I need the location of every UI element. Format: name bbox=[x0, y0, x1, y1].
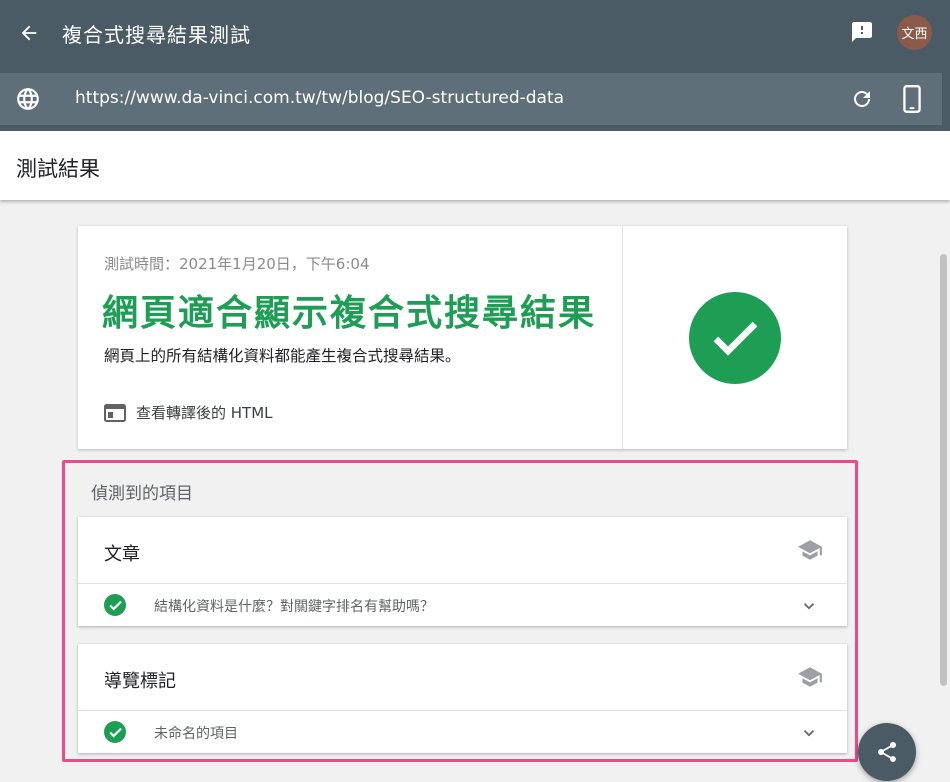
graduation-cap-icon[interactable] bbox=[797, 539, 823, 561]
refresh-icon bbox=[854, 91, 870, 107]
feedback-icon bbox=[852, 22, 872, 42]
device-toggle-button[interactable] bbox=[898, 83, 926, 115]
detected-item-header[interactable]: 導覽標記 bbox=[78, 644, 847, 711]
url-bar[interactable]: https://www.da-vinci.com.tw/tw/blog/SEO-… bbox=[0, 73, 942, 125]
detected-item-title: 導覽標記 bbox=[104, 671, 176, 692]
view-rendered-html-button[interactable]: 查看轉譯後的 HTML bbox=[104, 402, 273, 423]
graduation-cap-icon[interactable] bbox=[797, 666, 823, 688]
card-divider bbox=[622, 226, 623, 449]
result-description: 網頁上的所有結構化資料都能產生複合式搜尋結果。 bbox=[104, 347, 461, 365]
summary-card: 測試時間：2021年1月20日，下午6:04 網頁適合顯示複合式搜尋結果 網頁上… bbox=[78, 226, 847, 449]
chevron-down-icon[interactable] bbox=[799, 596, 819, 616]
app-bar: 複合式搜尋結果測試 文西 bbox=[0, 0, 950, 66]
success-check-icon bbox=[689, 292, 781, 384]
back-button[interactable] bbox=[14, 18, 44, 48]
detected-item-row-label: 未命名的項目 bbox=[154, 726, 238, 742]
globe-icon bbox=[17, 88, 39, 110]
url-bar-container: https://www.da-vinci.com.tw/tw/blog/SEO-… bbox=[0, 66, 950, 131]
detected-item-card: 導覽標記 未命名的項目 bbox=[78, 644, 847, 753]
detected-item-card: 文章 結構化資料是什麼？對關鍵字排名有幫助嗎？ bbox=[78, 517, 847, 626]
chevron-down-icon[interactable] bbox=[799, 723, 819, 743]
detected-item-row[interactable]: 未命名的項目 bbox=[78, 711, 847, 753]
scrollbar-thumb[interactable] bbox=[940, 254, 947, 686]
smartphone-icon bbox=[903, 85, 921, 113]
detected-item-row-label: 結構化資料是什麼？對關鍵字排名有幫助嗎？ bbox=[154, 599, 434, 615]
result-headline: 網頁適合顯示複合式搜尋結果 bbox=[102, 293, 597, 334]
detected-item-title: 文章 bbox=[104, 544, 140, 565]
results-header: 測試結果 bbox=[0, 131, 950, 200]
share-icon bbox=[878, 741, 897, 762]
detected-item-header[interactable]: 文章 bbox=[78, 517, 847, 584]
valid-check-icon bbox=[104, 721, 126, 743]
detected-item-row[interactable]: 結構化資料是什麼？對關鍵字排名有幫助嗎？ bbox=[78, 584, 847, 626]
view-rendered-html-label: 查看轉譯後的 HTML bbox=[136, 404, 273, 422]
url-text[interactable]: https://www.da-vinci.com.tw/tw/blog/SEO-… bbox=[75, 88, 564, 108]
refresh-button[interactable] bbox=[848, 85, 876, 113]
share-button[interactable] bbox=[858, 723, 916, 781]
arrow-left-icon bbox=[21, 25, 37, 41]
browser-window-icon bbox=[104, 403, 126, 422]
valid-check-icon bbox=[104, 594, 126, 616]
avatar[interactable]: 文西 bbox=[897, 15, 932, 50]
feedback-button[interactable] bbox=[848, 18, 876, 46]
test-timestamp: 測試時間：2021年1月20日，下午6:04 bbox=[104, 255, 370, 273]
app-title: 複合式搜尋結果測試 bbox=[62, 23, 251, 47]
page-title: 測試結果 bbox=[16, 157, 100, 181]
detected-items-title: 偵測到的項目 bbox=[91, 484, 193, 504]
